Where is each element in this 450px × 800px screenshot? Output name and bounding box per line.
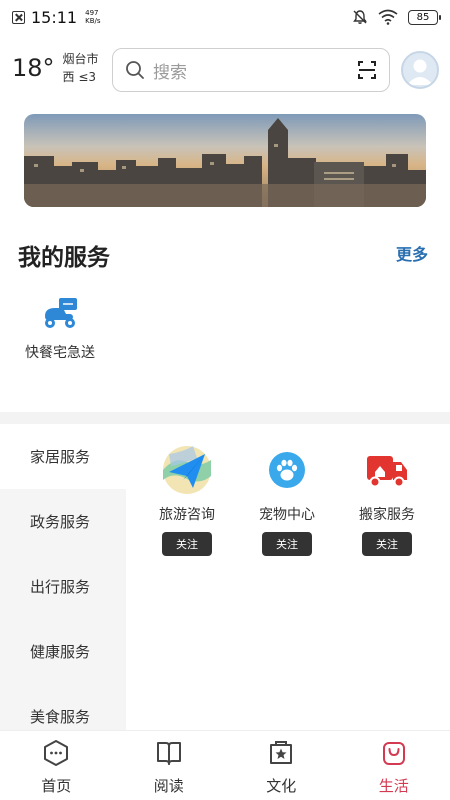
category-item-government[interactable]: 政务服务 [0, 489, 126, 554]
my-service-label: 快餐宅急送 [25, 345, 95, 361]
temperature: 18° [12, 54, 55, 82]
wind-info: 西 ≤3 [62, 70, 97, 84]
nav-label-culture: 文化 [266, 777, 297, 795]
category-sidebar: 家居服务 政务服务 出行服务 健康服务 美食服务 [0, 424, 126, 730]
weather-widget[interactable]: 18° 烟台市 西 ≤3 [12, 50, 99, 86]
city-name: 烟台市 [62, 52, 99, 66]
search-placeholder: 搜索 [153, 62, 187, 83]
status-bar: 15:11 497 KB/s 85 [0, 0, 450, 34]
weather-info: 烟台市 西 ≤3 [63, 50, 99, 86]
follow-button[interactable]: 关注 [162, 532, 212, 556]
follow-button[interactable]: 关注 [362, 532, 412, 556]
nav-item-read[interactable]: 阅读 [113, 731, 226, 800]
my-service-item[interactable]: 快餐宅急送 [20, 296, 100, 362]
my-services-title: 我的服务 [18, 245, 110, 271]
network-speed-unit: KB/s [85, 17, 101, 25]
service-card[interactable]: 旅游咨询 关注 [142, 446, 232, 556]
nav-item-culture[interactable]: 文化 [225, 731, 338, 800]
book-icon [156, 742, 181, 765]
paper-plane-map-icon [163, 446, 211, 494]
notification-x-icon [12, 10, 25, 24]
network-speed: 497 KB/s [85, 9, 100, 25]
more-link[interactable]: 更多 [396, 241, 428, 265]
battery-indicator: 85 [408, 9, 441, 25]
culture-icon [270, 741, 293, 764]
bottom-nav: 首页 阅读 文化 生活 [0, 730, 450, 800]
service-name: 旅游咨询 [159, 507, 215, 523]
follow-button[interactable]: 关注 [262, 532, 312, 556]
section-divider [0, 412, 450, 424]
service-card[interactable]: 搬家服务 关注 [342, 446, 432, 556]
search-icon [126, 61, 144, 79]
service-name: 搬家服务 [359, 507, 415, 523]
category-item-food[interactable]: 美食服务 [0, 684, 126, 730]
nav-label-home: 首页 [41, 777, 72, 795]
mute-bell-icon [353, 10, 367, 24]
nav-label-life: 生活 [378, 777, 409, 795]
category-item-health[interactable]: 健康服务 [0, 619, 126, 684]
home-icon [44, 740, 69, 766]
nav-item-life[interactable]: 生活 [338, 731, 450, 800]
header: 18° 烟台市 西 ≤3 搜索 [0, 46, 450, 96]
nav-item-home[interactable]: 首页 [0, 731, 113, 800]
bag-icon [382, 742, 405, 765]
user-avatar-icon [407, 59, 433, 85]
status-time: 15:11 [31, 7, 78, 27]
service-card[interactable]: 宠物中心 关注 [242, 446, 332, 556]
moving-truck-icon [367, 456, 407, 488]
cityscape-image [24, 114, 426, 207]
city-banner-image[interactable] [24, 114, 426, 207]
network-speed-value: 497 [85, 9, 99, 17]
scan-icon[interactable] [357, 60, 377, 80]
service-name: 宠物中心 [259, 507, 315, 523]
scooter-icon [45, 298, 77, 328]
avatar[interactable] [401, 51, 439, 89]
category-item-travel[interactable]: 出行服务 [0, 554, 126, 619]
category-item-home[interactable]: 家居服务 [0, 424, 126, 489]
nav-label-read: 阅读 [153, 777, 184, 795]
search-input[interactable]: 搜索 [112, 48, 390, 92]
wifi-icon [378, 9, 398, 25]
paw-icon [269, 452, 305, 488]
category-services-panel: 旅游咨询 关注 宠物中心 关注 搬家服务 关注 [126, 424, 450, 730]
